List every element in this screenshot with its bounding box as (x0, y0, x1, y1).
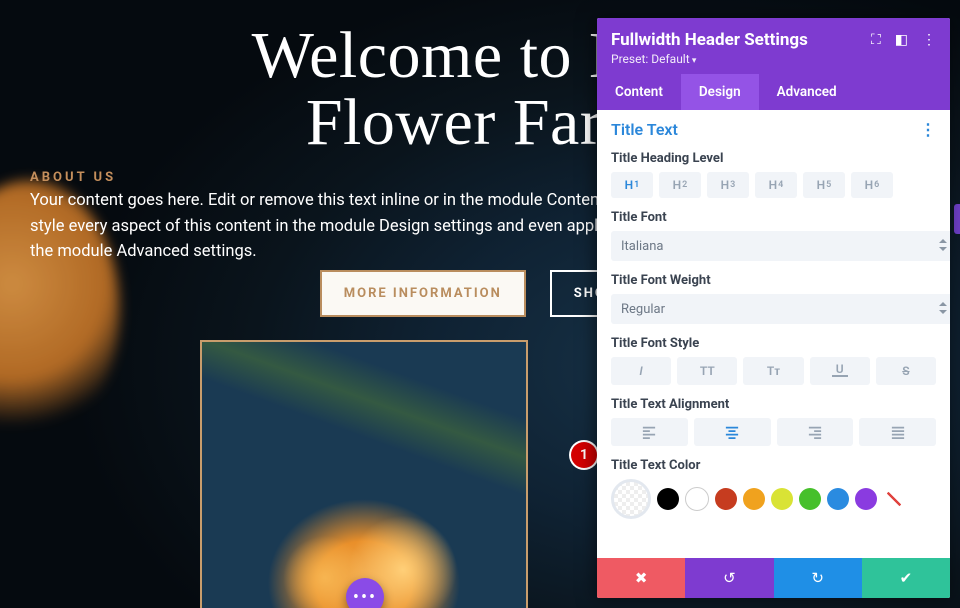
font-style-italic[interactable]: I (611, 357, 671, 385)
text-alignment-group (611, 418, 936, 446)
align-left[interactable] (611, 418, 688, 446)
color-white[interactable] (685, 487, 709, 511)
label-title-alignment: Title Text Alignment (611, 397, 936, 412)
align-justify[interactable] (859, 418, 936, 446)
annotation-badge-1: 1 (571, 442, 597, 468)
label-heading-level: Title Heading Level (611, 151, 936, 166)
focus-icon[interactable]: ⛶ (871, 32, 881, 48)
preset-dropdown[interactable]: Preset: Default (611, 52, 936, 66)
label-title-font-style: Title Font Style (611, 336, 936, 351)
heading-level-h4[interactable]: H4 (755, 172, 797, 198)
label-title-font-weight: Title Font Weight (611, 273, 936, 288)
color-yellow[interactable] (771, 488, 793, 510)
section-title[interactable]: Title Text (611, 120, 678, 139)
color-green[interactable] (799, 488, 821, 510)
color-red[interactable] (715, 488, 737, 510)
title-font-select[interactable]: Italiana (611, 231, 950, 261)
panel-footer: ✖ ↺ ↻ ✔ (597, 558, 950, 598)
font-style-strikethrough[interactable]: S (876, 357, 936, 385)
font-style-underline[interactable]: U (810, 357, 870, 385)
heading-level-h1[interactable]: H1 (611, 172, 653, 198)
color-blue[interactable] (827, 488, 849, 510)
heading-level-h2[interactable]: H2 (659, 172, 701, 198)
label-title-font: Title Font (611, 210, 936, 225)
tab-design[interactable]: Design (681, 74, 759, 110)
title-font-weight-select[interactable]: Regular (611, 294, 950, 324)
tab-advanced[interactable]: Advanced (759, 74, 855, 110)
font-style-smallcaps[interactable]: Tᴛ (743, 357, 803, 385)
heading-level-h3[interactable]: H3 (707, 172, 749, 198)
panel-drag-handle[interactable] (954, 204, 960, 234)
font-style-uppercase[interactable]: TT (677, 357, 737, 385)
heading-level-h5[interactable]: H5 (803, 172, 845, 198)
color-black[interactable] (657, 488, 679, 510)
panel-header[interactable]: Fullwidth Header Settings ⛶ ◧ ⋮ Preset: … (597, 18, 950, 74)
section-menu-icon[interactable]: ⋮ (920, 120, 936, 139)
save-button[interactable]: ✔ (862, 558, 950, 598)
align-right[interactable] (777, 418, 854, 446)
color-none[interactable] (883, 488, 905, 510)
panel-body[interactable]: Title Text ⋮ Title Heading Level H1 H2 H… (597, 110, 950, 558)
tab-content[interactable]: Content (597, 74, 681, 110)
hero-image[interactable] (200, 340, 528, 608)
heading-level-group: H1 H2 H3 H4 H5 H6 (611, 172, 936, 198)
panel-title: Fullwidth Header Settings (611, 30, 808, 50)
label-title-color: Title Text Color (611, 458, 936, 473)
redo-button[interactable]: ↻ (774, 558, 862, 598)
font-style-group: I TT Tᴛ U S (611, 357, 936, 385)
color-purple[interactable] (855, 488, 877, 510)
kebab-menu-icon[interactable]: ⋮ (922, 32, 936, 48)
module-options-fab[interactable]: ••• (346, 578, 384, 608)
align-center[interactable] (694, 418, 771, 446)
settings-panel: Fullwidth Header Settings ⛶ ◧ ⋮ Preset: … (597, 18, 950, 598)
panel-tabs: Content Design Advanced (597, 74, 950, 110)
undo-button[interactable]: ↺ (685, 558, 773, 598)
about-subheading: ABOUT US (30, 170, 116, 185)
heading-level-h6[interactable]: H6 (851, 172, 893, 198)
color-orange[interactable] (743, 488, 765, 510)
cancel-button[interactable]: ✖ (597, 558, 685, 598)
color-current[interactable] (611, 479, 651, 519)
color-swatch-row (611, 479, 936, 519)
responsive-icon[interactable]: ◧ (895, 32, 908, 48)
more-information-button[interactable]: MORE INFORMATION (320, 270, 526, 317)
